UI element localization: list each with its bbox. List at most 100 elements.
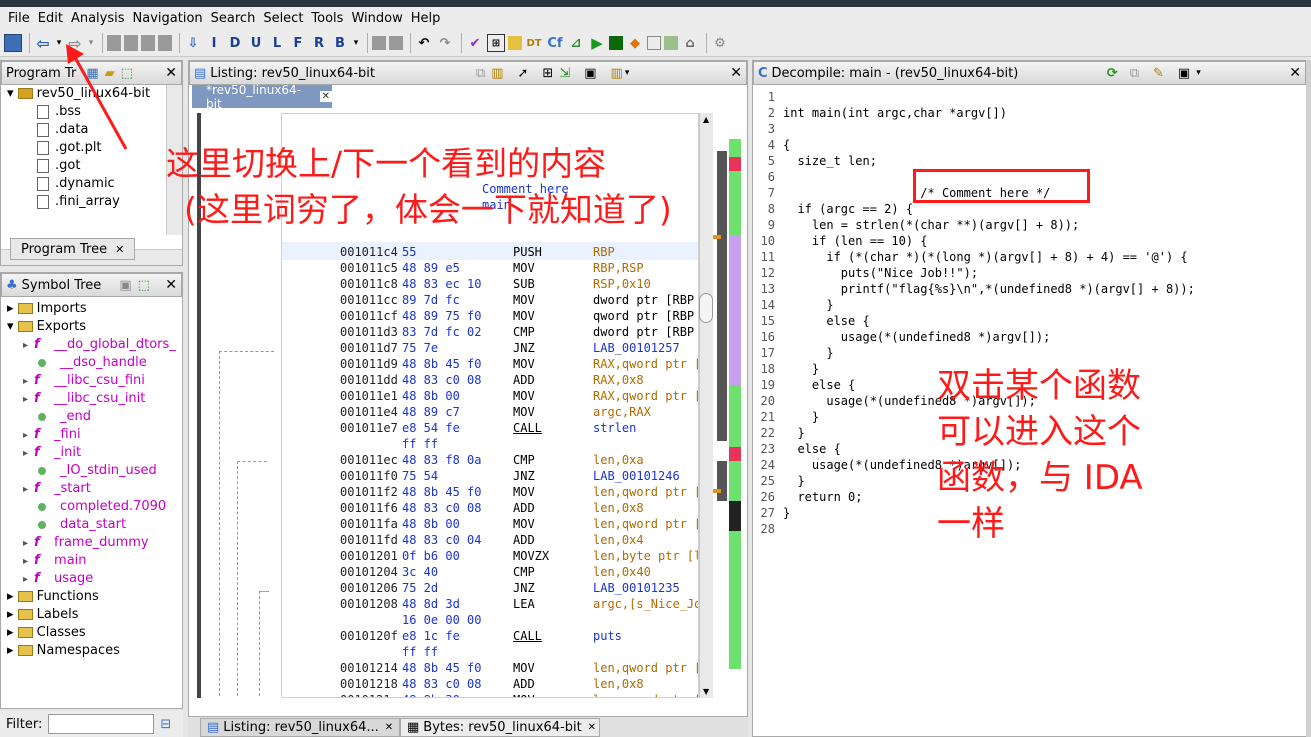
listing-row[interactable]: 001011dd 48 83 c0 08 ADD RAX,0x8 <box>282 372 698 388</box>
listing-row[interactable]: 001011c8 48 83 ec 10 SUB RSP,0x10 <box>282 276 698 292</box>
listing-row[interactable]: ff ff <box>282 436 698 452</box>
listing-row[interactable]: 00101208 48 8d 3d LEA argc,[s_Nice_Jo <box>282 596 698 612</box>
chevron-down-icon[interactable]: ▾ <box>625 68 630 78</box>
decompile-line[interactable]: 27} <box>757 505 791 521</box>
decompile-line[interactable]: 12 puts("Nice Job!!"); <box>757 265 979 281</box>
paste-icon[interactable]: ▥ <box>491 66 503 81</box>
symbol-item[interactable]: ▸ f __do_global_dtors_ <box>1 336 182 354</box>
listing-row[interactable]: 001011e7 e8 54 fe CALL strlen <box>282 420 698 436</box>
close-icon[interactable]: ✕ <box>165 277 177 293</box>
table-icon[interactable] <box>647 36 661 50</box>
settings-icon[interactable]: ⚙ <box>711 34 729 52</box>
decompile-line[interactable]: 4{ <box>757 137 790 153</box>
symbol-item[interactable]: ▸ f usage <box>1 570 182 588</box>
listing-row[interactable]: 001011f6 48 83 c0 08 ADD len,0x8 <box>282 500 698 516</box>
decompile-line[interactable]: 22 } <box>757 425 805 441</box>
tab-bytes[interactable]: ▦ Bytes: rev50_linux64-bit ✕ <box>400 718 600 737</box>
listing-row[interactable]: 00101218 48 83 c0 08 ADD len,0x8 <box>282 676 698 692</box>
export-icon[interactable]: ⬚ <box>138 278 150 293</box>
listing-row[interactable]: 001011ec 48 83 f8 0a CMP len,0xa <box>282 452 698 468</box>
decompile-line[interactable]: 14 } <box>757 297 834 313</box>
listing-row[interactable]: 001011c4 55 PUSH RBP <box>282 244 698 260</box>
decompile-line[interactable]: 1 <box>757 89 783 105</box>
decompile-line[interactable]: 15 else { <box>757 313 870 329</box>
diff-icon[interactable]: ⇲ <box>559 66 570 81</box>
symbol-exports[interactable]: ▾ Exports <box>1 318 182 336</box>
close-icon[interactable]: ✕ <box>165 65 177 81</box>
listing-row[interactable]: 0010121c 48 8b 30 MOV len,qword ptr [ <box>282 692 698 697</box>
diamond-icon[interactable]: ◆ <box>626 34 644 52</box>
down-arrow-icon[interactable]: ⇩ <box>184 34 202 52</box>
menu-edit[interactable]: Edit <box>34 11 67 26</box>
listing-row[interactable]: 001011d9 48 8b 45 f0 MOV RAX,qword ptr [ <box>282 356 698 372</box>
listing-row[interactable]: 001011fd 48 83 c0 04 ADD len,0x4 <box>282 532 698 548</box>
listing-row[interactable]: 00101201 0f b6 00 MOVZX len,byte ptr [l <box>282 548 698 564</box>
symbol-imports[interactable]: ▸ Imports <box>1 300 182 318</box>
symbol-item[interactable]: data_start <box>1 516 182 534</box>
decompile-line[interactable]: 11 if (*(char *)(*(long *)(argv[] + 8) +… <box>757 249 1188 265</box>
menu-window[interactable]: Window <box>347 11 406 26</box>
decompile-line[interactable]: 2 int main(int argc,char *argv[]) <box>757 105 1007 121</box>
instruction-icon[interactable]: I <box>205 34 223 52</box>
listing-row[interactable]: 0010120f e8 1c fe CALL puts <box>282 628 698 644</box>
tree-item[interactable]: .got <box>1 157 182 175</box>
symbol-item[interactable]: ▸ f frame_dummy <box>1 534 182 552</box>
decompile-line[interactable]: 21 } <box>757 409 820 425</box>
symbol-item[interactable]: _IO_stdin_used <box>1 462 182 480</box>
datatype-icon[interactable]: DT <box>525 34 543 52</box>
chevron-down-icon[interactable]: ▾ <box>352 34 360 52</box>
listing-row[interactable]: 001011c5 48 89 e5 MOV RBP,RSP <box>282 260 698 276</box>
back-arrow-icon[interactable]: ⇦ <box>34 34 52 53</box>
listing-row[interactable]: 001011f2 48 8b 45 f0 MOV len,qword ptr [ <box>282 484 698 500</box>
format-icon[interactable]: ⊞ <box>542 66 553 81</box>
script-icon[interactable] <box>664 36 678 50</box>
scroll-up-icon[interactable]: ▲ <box>703 115 709 124</box>
menu-navigation[interactable]: Navigation <box>129 11 207 26</box>
menu-help[interactable]: Help <box>407 11 445 26</box>
decompile-line[interactable]: 13 printf("flag{%s}\n",*(undefined8 *)(a… <box>757 281 1195 297</box>
decompile-line[interactable]: 10 if (len == 10) { <box>757 233 928 249</box>
symbol-category[interactable]: ▸ Namespaces <box>1 642 182 660</box>
menu-analysis[interactable]: Analysis <box>67 11 129 26</box>
scroll-thumb[interactable] <box>699 293 713 323</box>
select-cursor-icon[interactable]: ➚ <box>518 66 529 81</box>
navigate-icon[interactable] <box>141 35 155 51</box>
snapshot-icon[interactable]: ▣ <box>1178 66 1190 81</box>
decompile-line[interactable]: 26 return 0; <box>757 489 863 505</box>
symbol-item[interactable]: _end <box>1 408 182 426</box>
decompile-line[interactable]: 3 <box>757 121 783 137</box>
menu-select[interactable]: Select <box>259 11 307 26</box>
decompile-line[interactable]: 9 len = strlen(*(char **)(argv[] + 8)); <box>757 217 1080 233</box>
symbol-item[interactable]: ▸ f _fini <box>1 426 182 444</box>
save-icon[interactable] <box>4 34 22 52</box>
menu-tools[interactable]: Tools <box>307 11 347 26</box>
decompile-line[interactable]: 8 if (argc == 2) { <box>757 201 913 217</box>
memory-icon[interactable]: ⊞ <box>487 34 505 52</box>
chevron-down-icon[interactable]: ▾ <box>1196 68 1201 78</box>
undefined-icon[interactable]: U <box>247 34 265 52</box>
graph-icon[interactable]: ⊿ <box>567 34 585 52</box>
overview-bar[interactable] <box>729 139 741 669</box>
data-icon[interactable]: D <box>226 34 244 52</box>
symbol-category[interactable]: ▸ Labels <box>1 606 182 624</box>
listing-row[interactable]: 001011e1 48 8b 00 MOV RAX,qword ptr [ <box>282 388 698 404</box>
tab-program-tree[interactable]: Program Tree ✕ <box>10 238 135 260</box>
decompile-line[interactable]: 5 size_t len; <box>757 153 877 169</box>
decompile-line[interactable]: 23 else { <box>757 441 841 457</box>
redo-icon[interactable]: ↷ <box>436 34 454 52</box>
symbol-item[interactable]: ▸ f __libc_csu_init <box>1 390 182 408</box>
paste-icon[interactable] <box>389 36 403 50</box>
scroll-down-icon[interactable]: ▼ <box>703 687 709 696</box>
decompile-line[interactable]: 16 usage(*(undefined8 *)argv[]); <box>757 329 1051 345</box>
close-icon[interactable]: ✕ <box>319 91 332 102</box>
close-icon[interactable]: ✕ <box>730 65 742 81</box>
symbol-item[interactable]: ▸ f main <box>1 552 182 570</box>
symbol-item[interactable]: ▸ f _start <box>1 480 182 498</box>
close-icon[interactable]: ✕ <box>1289 65 1301 81</box>
decompile-line[interactable]: 28 <box>757 521 783 537</box>
symbol-item[interactable]: __dso_handle <box>1 354 182 372</box>
close-icon[interactable]: ✕ <box>115 243 124 256</box>
listing-row[interactable]: ff ff <box>282 644 698 660</box>
listing-row[interactable]: 001011e4 48 89 c7 MOV argc,RAX <box>282 404 698 420</box>
label-icon[interactable]: L <box>268 34 286 52</box>
